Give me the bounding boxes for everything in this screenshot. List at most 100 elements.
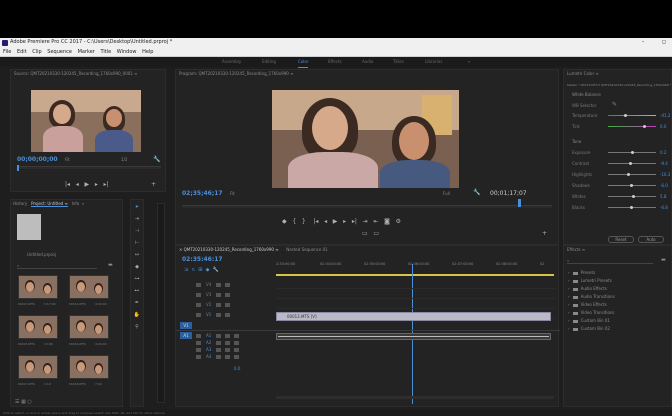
menu-marker[interactable]: Marker	[78, 49, 95, 55]
selection-tool-icon[interactable]: ➤	[133, 204, 141, 210]
chevron-right-icon[interactable]: ›	[568, 318, 570, 323]
source-scale-dropdown[interactable]: 1/2	[121, 157, 127, 162]
tab-color[interactable]: Color	[298, 57, 309, 68]
tone-value-2[interactable]: -16.3	[660, 172, 670, 177]
source-playhead[interactable]	[17, 165, 19, 171]
menu-title[interactable]: Title	[100, 49, 111, 55]
lock-icon[interactable]	[196, 348, 201, 352]
voiceover-mic-icon[interactable]	[234, 355, 240, 359]
tab-titles[interactable]: Titles	[393, 57, 404, 67]
lock-icon[interactable]	[196, 293, 201, 297]
effects-folder[interactable]: › Custom Bin 01	[568, 318, 610, 323]
tone-slider-knob-5[interactable]	[630, 206, 634, 209]
lock-icon[interactable]	[196, 303, 201, 307]
menu-clip[interactable]: Clip	[32, 49, 41, 55]
program-add-button[interactable]: +	[542, 230, 547, 237]
wb-slider-1[interactable]	[608, 125, 656, 128]
project-footer-icons[interactable]: ☰ ▦ ○	[15, 399, 32, 405]
mute-icon[interactable]	[216, 334, 222, 338]
razor-tool-icon[interactable]: ◆	[133, 264, 141, 270]
timeline-work-area-bar[interactable]	[276, 274, 554, 276]
minimize-button[interactable]: –	[642, 39, 645, 45]
effects-folder[interactable]: › Video Transitions	[568, 310, 615, 315]
project-search-input[interactable]: ⌕	[17, 263, 97, 269]
track-select-tool-icon[interactable]: ⇥	[133, 216, 141, 222]
timeline-toolbar-icons[interactable]: ⇲ ∩ ⊞ ◆ 🔧	[184, 267, 219, 273]
slip-tool-icon[interactable]: ⊶	[133, 276, 141, 282]
ripple-edit-tool-icon[interactable]: ⊣	[133, 228, 141, 234]
tone-value-4[interactable]: 5.8	[660, 194, 666, 199]
effects-folder[interactable]: › Video Effects	[568, 302, 607, 307]
project-clip-thumbnail[interactable]	[69, 275, 109, 299]
menu-edit[interactable]: Edit	[17, 49, 27, 55]
rolling-edit-tool-icon[interactable]: ⊢	[133, 240, 141, 246]
voiceover-mic-icon[interactable]	[234, 334, 240, 338]
audio-track-header[interactable]: A2	[194, 339, 274, 346]
tab-libraries[interactable]: Libraries	[425, 57, 442, 67]
effects-folder[interactable]: › Audio Effects	[568, 286, 607, 291]
tab-project[interactable]: Project: Untitled ≡	[31, 201, 68, 207]
source-add-button[interactable]: +	[151, 181, 156, 188]
lock-icon[interactable]	[196, 355, 201, 359]
video-track-header[interactable]: V4	[194, 280, 274, 289]
solo-icon[interactable]	[225, 334, 231, 338]
program-transport-controls[interactable]: ◆ { } |◂ ◂ ▶ ▸ ▸| ⇥ ⇤ ◙ ⚙	[282, 218, 401, 225]
tab-more[interactable]: »	[82, 201, 84, 206]
video-track-header[interactable]: V1	[194, 310, 274, 319]
source-fit-dropdown[interactable]: Fit	[65, 157, 70, 162]
audio-track-header[interactable]: A3	[194, 346, 274, 353]
video-track-lane[interactable]	[276, 308, 556, 309]
tone-value-3[interactable]: -6.0	[660, 183, 668, 188]
project-clip-thumbnail[interactable]	[18, 315, 58, 339]
sync-lock-icon[interactable]	[216, 303, 222, 307]
source-time-ruler[interactable]	[17, 166, 161, 169]
tone-value-0[interactable]: 0.2	[660, 150, 666, 155]
tone-slider-0[interactable]	[608, 151, 656, 154]
tab-audio[interactable]: Audio	[362, 57, 373, 67]
tab-sequence-main[interactable]: × QMT20210330-120245_Recording_1760x990 …	[179, 247, 279, 252]
chevron-right-icon[interactable]: ›	[568, 286, 570, 291]
tab-editing[interactable]: Editing	[262, 57, 276, 67]
audio-track-header[interactable]: A1	[194, 332, 274, 339]
chevron-right-icon[interactable]: ›	[568, 326, 570, 331]
wb-slider-knob-0[interactable]	[623, 114, 627, 117]
tab-assembly[interactable]: Assembly	[222, 57, 241, 67]
pen-tool-icon[interactable]: ✒	[133, 300, 141, 306]
chevron-right-icon[interactable]: ›	[568, 294, 570, 299]
wb-slider-knob-1[interactable]	[643, 125, 646, 128]
menu-help[interactable]: Help	[142, 49, 153, 55]
tone-slider-knob-3[interactable]	[630, 184, 634, 187]
solo-icon[interactable]	[225, 341, 231, 345]
project-clip-thumbnail[interactable]	[69, 355, 109, 379]
eye-icon[interactable]	[225, 303, 231, 307]
audio-track-header[interactable]: A4	[194, 353, 274, 360]
project-clip-thumbnail[interactable]	[18, 355, 58, 379]
eyedropper-icon[interactable]: ✎	[612, 101, 617, 108]
effects-folder[interactable]: › Presets	[568, 270, 595, 275]
menu-sequence[interactable]: Sequence	[47, 49, 72, 55]
tone-slider-4[interactable]	[608, 195, 656, 198]
effects-search-input[interactable]: ⌕	[567, 258, 653, 264]
program-compare-buttons[interactable]: ▭ ▭	[362, 230, 379, 237]
master-mix-value[interactable]: 0.0	[234, 366, 240, 371]
timeline-ruler[interactable]: 2:33:00:00 02:34:00:00 02:35:00:00 02:36:00…	[276, 262, 556, 272]
sync-lock-icon[interactable]	[216, 313, 222, 317]
mute-icon[interactable]	[216, 348, 222, 352]
program-time-ruler[interactable]	[182, 205, 552, 208]
tab-info[interactable]: Info	[72, 201, 80, 206]
tone-slider-knob-0[interactable]	[631, 151, 634, 154]
video-clip[interactable]: 00013.MTS [V]	[276, 312, 551, 321]
tab-effects[interactable]: Effects	[328, 57, 342, 67]
program-playhead[interactable]	[518, 199, 521, 207]
program-fit-dropdown[interactable]: Fit	[230, 191, 235, 196]
new-bin-icon[interactable]: ▬	[108, 262, 113, 268]
wrench-icon[interactable]: 🔧	[153, 156, 160, 163]
tone-value-1[interactable]: -9.4	[660, 161, 668, 166]
solo-icon[interactable]	[225, 348, 231, 352]
tone-section[interactable]: Tone	[572, 139, 581, 144]
effects-folder[interactable]: › Audio Transitions	[568, 294, 615, 299]
tone-slider-2[interactable]	[608, 173, 656, 176]
source-transport-controls[interactable]: |◂ ◂ ▶ ▸ ▸|	[65, 181, 109, 188]
lock-icon[interactable]	[196, 334, 201, 338]
source-a1-patch[interactable]: A1	[180, 332, 192, 339]
